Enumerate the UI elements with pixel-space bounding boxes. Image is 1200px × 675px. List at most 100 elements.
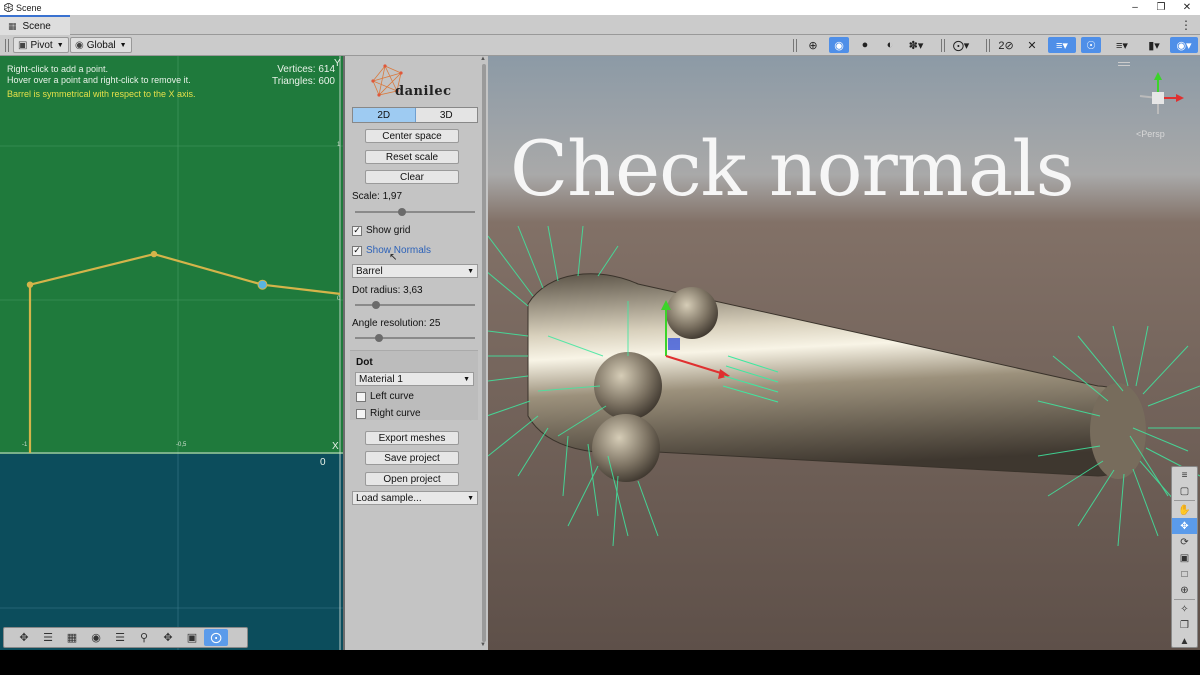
eye-icon[interactable]: ☉ xyxy=(1081,37,1101,53)
curve-point[interactable] xyxy=(26,281,34,288)
close-icon[interactable]: ✕ xyxy=(1174,0,1200,15)
scroll-up-icon[interactable]: ▲ xyxy=(480,56,486,62)
transform-icon[interactable]: ⊕ xyxy=(1172,582,1197,598)
toolbar-grip[interactable] xyxy=(793,39,797,52)
scrollbar-thumb[interactable] xyxy=(482,64,486,642)
grid-off-icon[interactable]: ▦ xyxy=(60,629,84,646)
scene-tools-panel: ≡ ▢ ✋ ✥ ⟳ ▣ □ ⊕ ✧ ❐ ▲ xyxy=(1171,466,1198,648)
layers-icon[interactable]: ≡▾ xyxy=(1048,37,1076,53)
mode-toggle: 2D 3D xyxy=(352,107,478,123)
checkbox-box[interactable]: ✓ xyxy=(352,245,362,256)
editor-bottom-toolbar: ✥ ☰ ▦ ◉ ☰ ⚲ ✥ ▣ ⨀ xyxy=(3,627,248,648)
viewport-menu-icon[interactable] xyxy=(1118,62,1130,66)
halfmoon-icon[interactable]: ◐ xyxy=(880,37,900,53)
mode-2d-button[interactable]: 2D xyxy=(353,108,416,122)
tick-label: -1 xyxy=(22,442,28,448)
compass-icon[interactable]: ⨀ xyxy=(204,629,228,646)
shape-dropdown[interactable]: Barrel ▼ xyxy=(352,264,478,278)
scale-slider[interactable] xyxy=(355,208,475,216)
2d-toggle-icon[interactable]: 2⊘ xyxy=(996,37,1016,53)
camera-icon[interactable]: ▮▾ xyxy=(1140,37,1168,53)
checkbox-box[interactable] xyxy=(356,391,366,402)
compass-icon[interactable]: ⨀▾ xyxy=(951,37,971,53)
barrel-muzzle xyxy=(1090,383,1146,479)
left-curve-label: Left curve xyxy=(370,391,414,402)
mode-3d-button[interactable]: 3D xyxy=(415,108,477,122)
custom-tool-icon[interactable]: ✧ xyxy=(1172,601,1197,617)
stack-icon[interactable]: ≡▾ xyxy=(1108,37,1136,53)
gallery-icon[interactable]: ▣ xyxy=(180,629,204,646)
right-curve-checkbox[interactable]: Right curve xyxy=(356,408,421,419)
window-title-bar: Scene – ❐ ✕ xyxy=(0,0,1200,15)
grid-lines-lower xyxy=(0,454,343,650)
bug-icon[interactable]: ✽▾ xyxy=(906,37,926,53)
panel-menu-icon[interactable]: ≡ xyxy=(1172,467,1197,483)
toolbar-grip[interactable] xyxy=(5,39,9,52)
right-curve-label: Right curve xyxy=(370,408,421,419)
show-grid-checkbox[interactable]: ✓ Show grid xyxy=(352,225,410,236)
move-icon[interactable]: ✥ xyxy=(1172,518,1197,534)
maximize-icon[interactable]: ❐ xyxy=(1148,0,1174,15)
more-options-icon[interactable]: ⋮ xyxy=(1180,18,1192,32)
logo-text: danilec xyxy=(395,84,452,99)
curve-editor-canvas[interactable]: Right-click to add a point. Hover over a… xyxy=(0,56,343,650)
export-meshes-button[interactable]: Export meshes xyxy=(365,431,459,445)
layers-icon[interactable]: ☰ xyxy=(108,629,132,646)
gizmo-globe-icon[interactable]: ◉▾ xyxy=(1170,37,1198,53)
hand-icon[interactable]: ✋ xyxy=(1172,502,1197,518)
camera-tool-icon[interactable]: ▲ xyxy=(1172,633,1197,649)
toolbar-grip[interactable] xyxy=(986,39,990,52)
open-project-button[interactable]: Open project xyxy=(365,472,459,486)
save-project-button[interactable]: Save project xyxy=(365,451,459,465)
perspective-label[interactable]: <Persp xyxy=(1136,129,1165,139)
slider-knob[interactable] xyxy=(375,334,384,342)
global-label: Global xyxy=(86,39,116,51)
control-panel: ▲ ▼ danilec 2D 3D Center space Reset sca… xyxy=(343,56,488,650)
light-off-icon[interactable]: ✕ xyxy=(1022,37,1042,53)
rect-icon[interactable]: □ xyxy=(1172,566,1197,582)
view-icon[interactable]: ❐ xyxy=(1172,617,1197,633)
pivot-dropdown[interactable]: ▣ Pivot ▼ xyxy=(13,37,69,53)
slider-knob[interactable] xyxy=(371,301,380,309)
reset-scale-button[interactable]: Reset scale xyxy=(365,150,459,164)
scale-icon[interactable]: ▣ xyxy=(1172,550,1197,566)
pan-icon[interactable]: ✥ xyxy=(156,629,180,646)
checkbox-box[interactable]: ✓ xyxy=(352,225,362,236)
dot-radius-label: Dot radius: 3,63 xyxy=(352,285,423,296)
load-sample-value: Load sample... xyxy=(356,492,422,504)
left-curve-checkbox[interactable]: Left curve xyxy=(356,391,414,402)
global-dropdown[interactable]: ◉ Global ▼ xyxy=(70,37,132,53)
dot-radius-slider[interactable] xyxy=(355,301,475,309)
move-icon[interactable]: ✥ xyxy=(12,629,36,646)
search-icon[interactable]: ⚲ xyxy=(132,629,156,646)
slider-knob[interactable] xyxy=(397,208,406,216)
material-dropdown[interactable]: Material 1 ▼ xyxy=(355,372,474,386)
selected-curve-point[interactable] xyxy=(257,279,268,290)
checkbox-box[interactable] xyxy=(356,408,366,419)
curve-point[interactable] xyxy=(150,250,158,258)
toolbar-grip[interactable] xyxy=(941,39,945,52)
clear-button[interactable]: Clear xyxy=(365,170,459,184)
tab-scene[interactable]: ▦ Scene xyxy=(0,15,70,35)
shaded-sphere-icon[interactable]: ● xyxy=(855,37,875,53)
sliders-icon[interactable]: ☰ xyxy=(36,629,60,646)
x-axis-label: X xyxy=(332,441,339,452)
rotate-icon[interactable]: ⟳ xyxy=(1172,534,1197,550)
scene-toolbar: ▣ Pivot ▼ ◉ Global ▼ ⊕ ◉ ● ◐ ✽▾ ⨀▾ 2⊘ ✕ … xyxy=(0,35,1200,56)
cube-icon[interactable]: ▢ xyxy=(1172,483,1197,499)
show-grid-label: Show grid xyxy=(366,225,411,236)
scroll-down-icon[interactable]: ▼ xyxy=(480,642,486,648)
minimize-icon[interactable]: – xyxy=(1122,0,1148,15)
panel-scrollbar[interactable]: ▲ ▼ xyxy=(480,56,488,650)
unity-logo-icon xyxy=(3,3,13,13)
tab-row: ▦ Scene ⋮ xyxy=(0,15,1200,35)
globe-shading-icon[interactable]: ◉ xyxy=(829,37,849,53)
chevron-down-icon: ▼ xyxy=(467,494,474,502)
angle-resolution-label: Angle resolution: 25 xyxy=(352,318,441,329)
angle-resolution-slider[interactable] xyxy=(355,334,475,342)
center-space-button[interactable]: Center space xyxy=(365,129,459,143)
globe-icon[interactable]: ◉ xyxy=(84,629,108,646)
load-sample-dropdown[interactable]: Load sample... ▼ xyxy=(352,491,478,505)
scene-viewport[interactable]: Check normals <Persp ≡ ▢ ✋ ✥ ⟳ ▣ □ ⊕ ✧ ❐… xyxy=(488,56,1200,650)
crosshair-icon[interactable]: ⊕ xyxy=(803,37,823,53)
